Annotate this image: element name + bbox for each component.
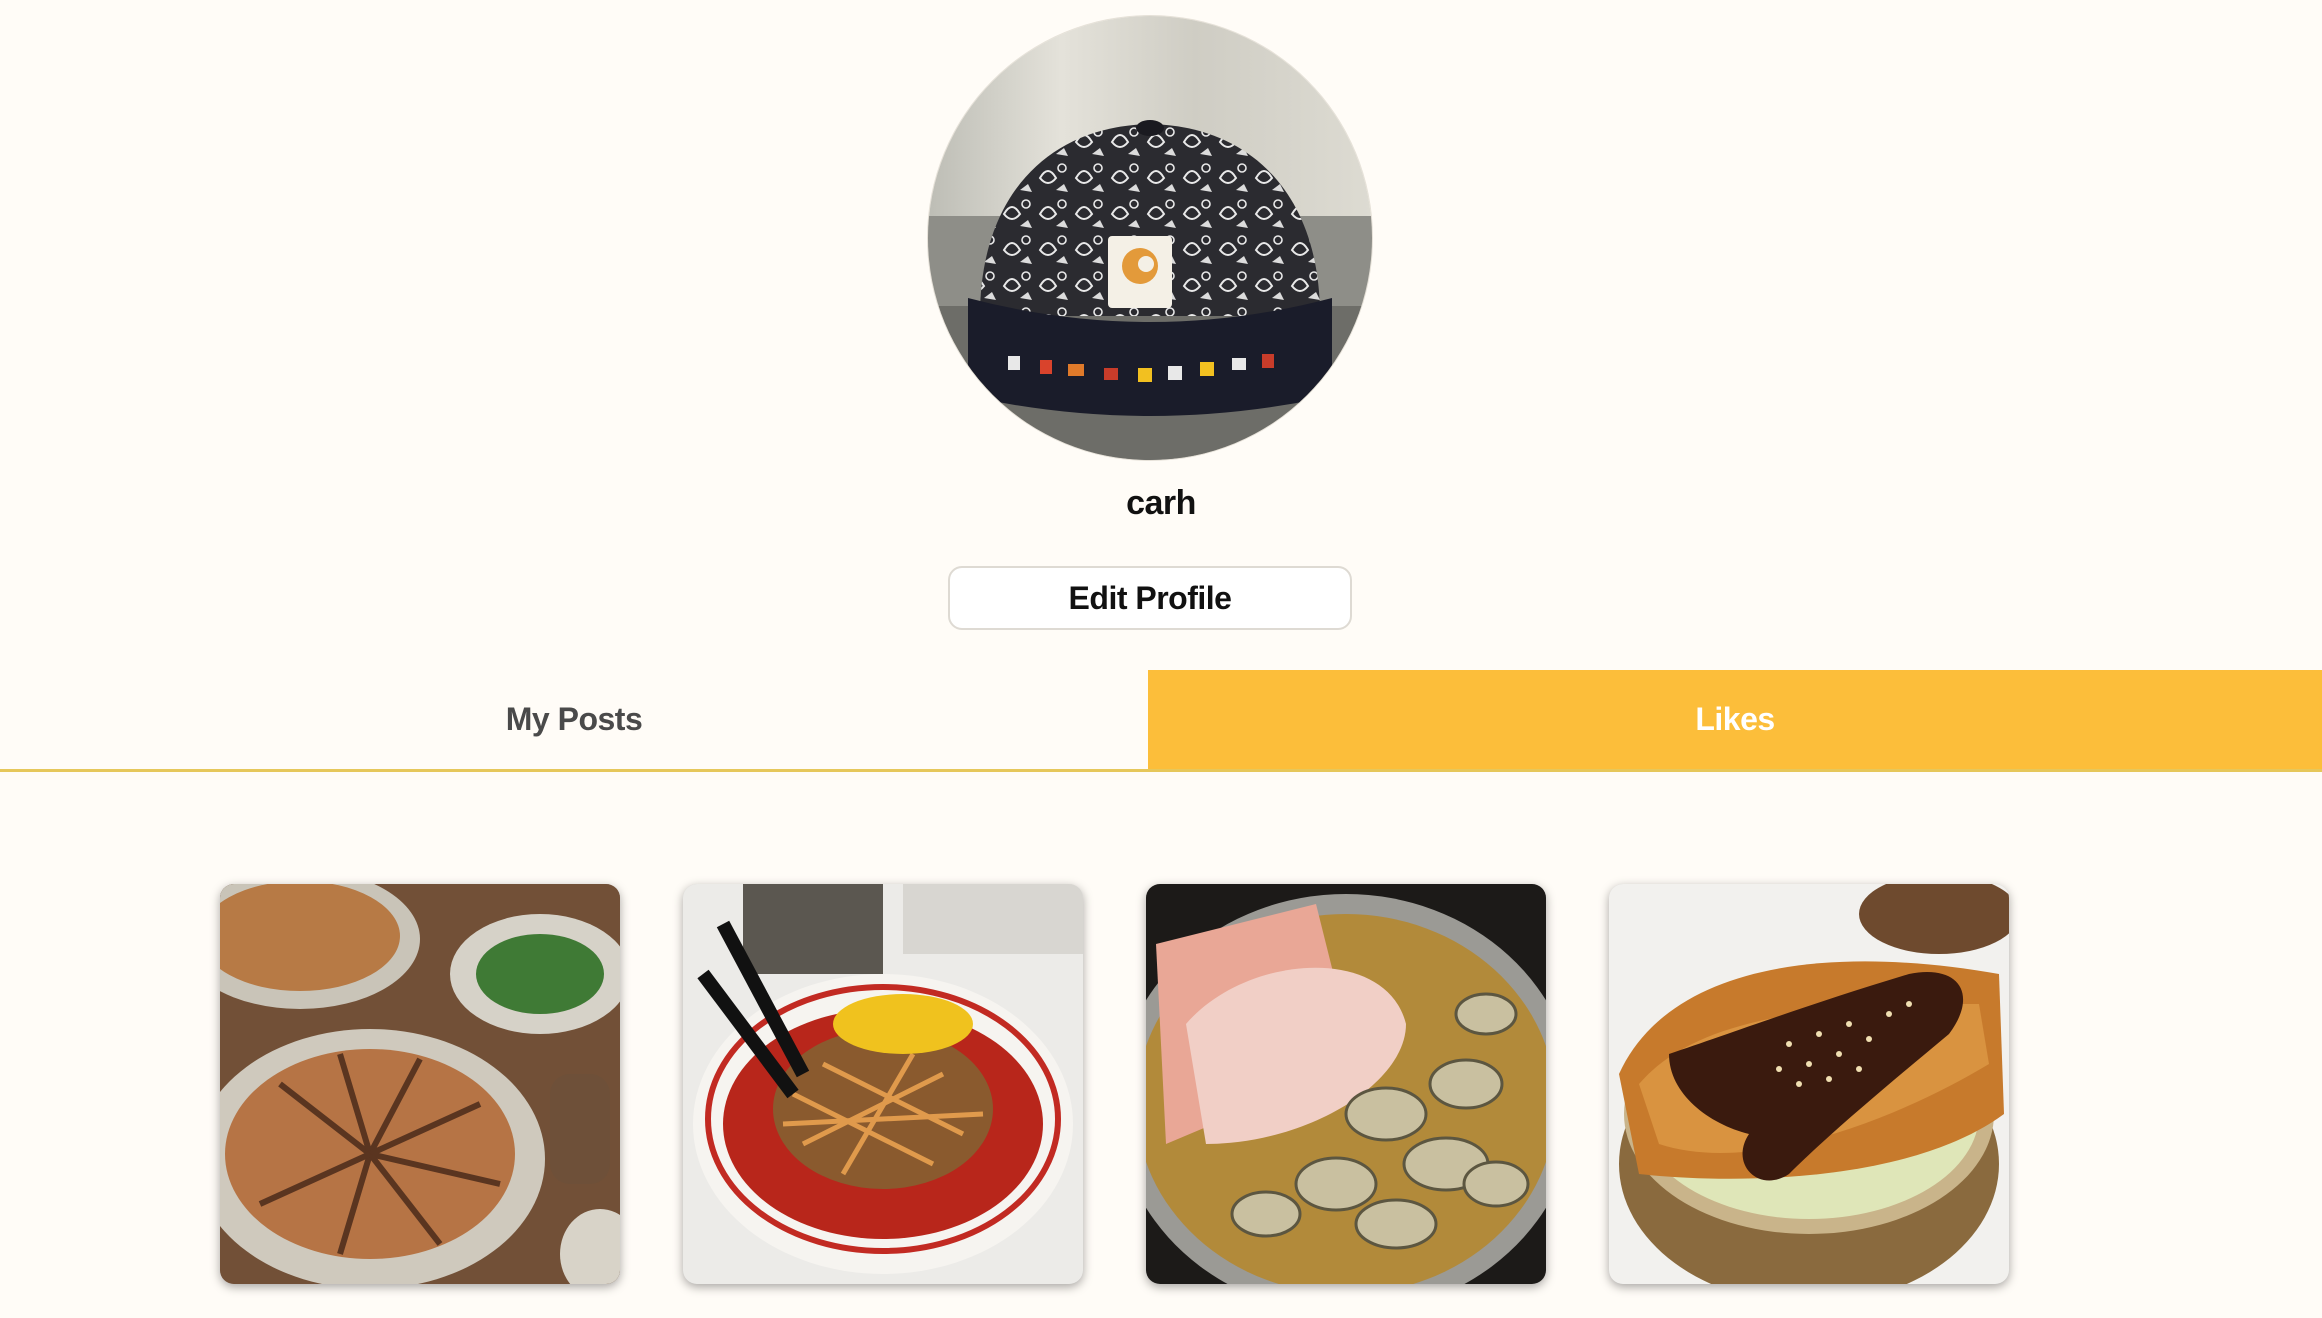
spicy-ramen-photo <box>683 884 1083 1284</box>
liked-post-card[interactable] <box>1609 884 2009 1284</box>
oyster-hotpot-photo <box>1146 884 1546 1284</box>
profile-tabs: My Posts Likes <box>0 670 2322 772</box>
katsu-don-photo <box>1609 884 2009 1284</box>
liked-posts-grid <box>220 884 2009 1284</box>
gyoza-photo <box>220 884 620 1284</box>
avatar[interactable] <box>928 16 1372 460</box>
profile-page: carh Edit Profile My Posts Likes <box>0 0 2322 1318</box>
username: carh <box>1126 484 1196 522</box>
tab-my-posts[interactable]: My Posts <box>0 670 1148 769</box>
avatar-beanie-image <box>928 16 1372 460</box>
liked-post-card[interactable] <box>1146 884 1546 1284</box>
liked-post-card[interactable] <box>683 884 1083 1284</box>
liked-post-card[interactable] <box>220 884 620 1284</box>
edit-profile-button[interactable]: Edit Profile <box>948 566 1352 630</box>
tab-likes[interactable]: Likes <box>1148 670 2322 769</box>
